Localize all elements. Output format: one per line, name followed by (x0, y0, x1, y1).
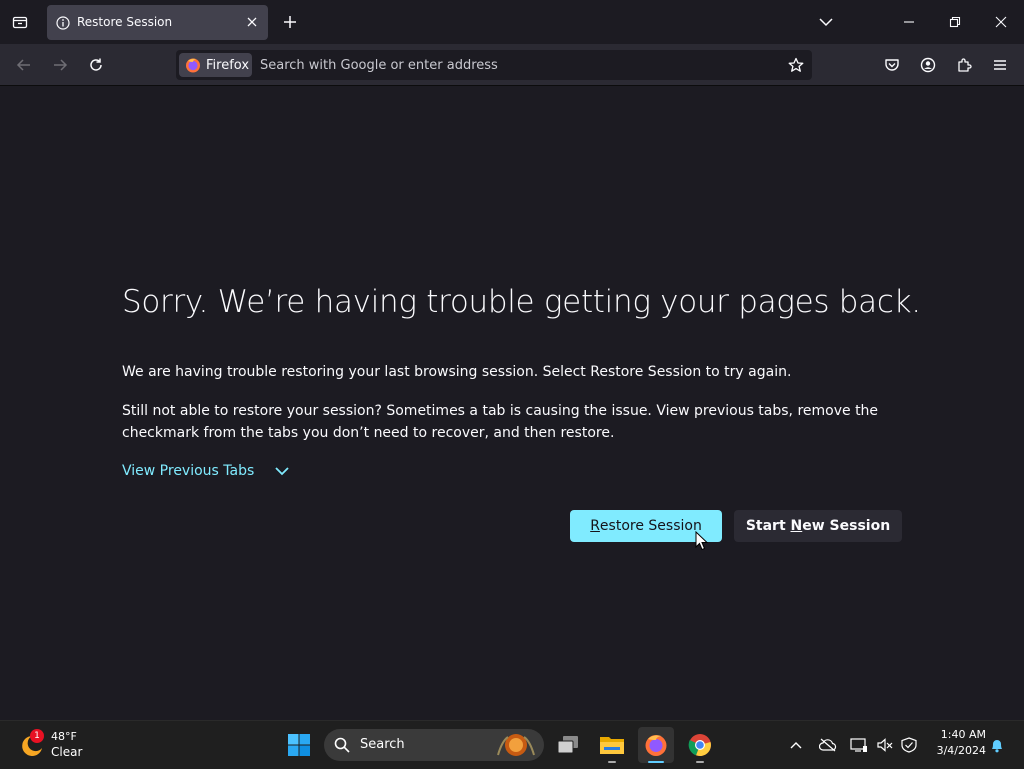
plus-icon (284, 16, 296, 28)
mouse-cursor-icon (695, 531, 709, 551)
show-hidden-icons-button[interactable] (786, 735, 806, 755)
search-icon (334, 737, 350, 753)
new-tab-button[interactable] (278, 10, 302, 34)
restore-label-post: estore Session (599, 518, 702, 534)
start-button[interactable] (281, 727, 317, 763)
search-label: Search (360, 737, 405, 752)
app-menu-button[interactable] (985, 50, 1015, 80)
reload-button[interactable] (81, 50, 111, 80)
identity-label: Firefox (206, 57, 250, 73)
arrow-left-icon (16, 59, 30, 71)
hamburger-menu-icon (994, 60, 1006, 70)
pocket-button[interactable] (877, 50, 907, 80)
url-bar[interactable]: Firefox (176, 50, 812, 80)
bookmark-star-button[interactable] (786, 55, 806, 75)
weather-widget[interactable]: 1 48°F Clear (18, 727, 98, 763)
page-content: Sorry. We’re having trouble getting your… (0, 86, 1024, 720)
network-icon (850, 738, 867, 752)
task-view-icon (557, 736, 578, 754)
windows-logo-icon (288, 734, 310, 756)
chevron-down-icon (274, 466, 290, 476)
back-button[interactable] (9, 50, 39, 80)
tab-title: Restore Session (77, 15, 173, 29)
arrow-right-icon (54, 59, 68, 71)
restore-accesskey: R (590, 518, 600, 534)
chevron-down-icon (819, 18, 833, 27)
help-text: Still not able to restore your session? … (122, 403, 879, 441)
shield-icon (901, 737, 917, 753)
identity-box[interactable]: Firefox (179, 53, 252, 77)
star-icon (788, 57, 804, 72)
forward-button[interactable] (45, 50, 75, 80)
chrome-icon (688, 734, 711, 757)
chevron-up-icon (790, 742, 802, 749)
weather-temperature: 48°F (51, 730, 77, 743)
page-title: Sorry. We’re having trouble getting your… (122, 284, 921, 320)
new-session-label-pre: Start (745, 518, 791, 534)
taskbar: 1 48°F Clear Search 1:40 AM 3/4/2024 (0, 720, 1024, 769)
start-new-session-button[interactable]: Start New Session (734, 510, 902, 542)
notifications-button[interactable] (987, 735, 1007, 755)
search-highlight-icon (497, 734, 535, 756)
firefox-icon (186, 58, 200, 73)
new-session-label-post: ew Session (802, 518, 891, 534)
close-icon (247, 17, 257, 27)
security-tray-icon[interactable] (899, 735, 919, 755)
file-explorer-button[interactable] (594, 727, 630, 763)
account-icon (920, 57, 936, 73)
clock-date: 3/4/2024 (936, 744, 986, 757)
minimize-icon (904, 21, 914, 23)
active-indicator (648, 761, 664, 763)
cloud-off-icon (819, 738, 837, 752)
close-window-button[interactable] (981, 4, 1021, 40)
tab-strip: Restore Session (0, 0, 1024, 44)
network-tray-icon[interactable] (849, 735, 869, 755)
new-session-accesskey: N (790, 518, 803, 534)
minimize-button[interactable] (889, 4, 929, 40)
onedrive-tray-icon[interactable] (818, 735, 838, 755)
address-input[interactable] (260, 50, 780, 80)
task-view-button[interactable] (550, 727, 586, 763)
info-icon (56, 15, 70, 34)
navigation-toolbar: Firefox (0, 44, 1024, 86)
list-all-tabs-button[interactable] (6, 8, 34, 36)
running-indicator (696, 761, 704, 763)
close-icon (995, 16, 1007, 28)
clock-time: 1:40 AM (940, 728, 986, 741)
system-clock[interactable]: 1:40 AM 3/4/2024 (928, 727, 986, 759)
extensions-button[interactable] (949, 50, 979, 80)
restore-window-button[interactable] (935, 4, 975, 40)
close-tab-button[interactable] (243, 13, 261, 31)
bell-icon (992, 740, 1002, 753)
firefox-icon (645, 735, 667, 756)
view-previous-tabs-toggle[interactable]: View Previous Tabs (122, 463, 290, 479)
folder-icon (600, 737, 624, 754)
weather-condition: Clear (51, 745, 83, 759)
puzzle-icon (958, 58, 972, 72)
running-indicator (608, 761, 616, 763)
volume-muted-icon (877, 738, 893, 752)
taskbar-search[interactable]: Search (324, 729, 544, 761)
pocket-icon (885, 59, 899, 71)
account-button[interactable] (913, 50, 943, 80)
tab-overflow-button[interactable] (806, 4, 846, 40)
firefox-taskbar-button[interactable] (638, 727, 674, 763)
view-previous-tabs-label: View Previous Tabs (122, 463, 255, 479)
reload-icon (90, 58, 102, 71)
tab-restore-session[interactable]: Restore Session (47, 5, 268, 40)
restore-window-icon (949, 16, 961, 28)
volume-tray-icon[interactable] (875, 735, 895, 755)
tab-list-icon (12, 16, 28, 29)
weather-badge: 1 (30, 729, 44, 743)
chrome-taskbar-button[interactable] (682, 727, 718, 763)
description-text: We are having trouble restoring your las… (122, 364, 792, 380)
